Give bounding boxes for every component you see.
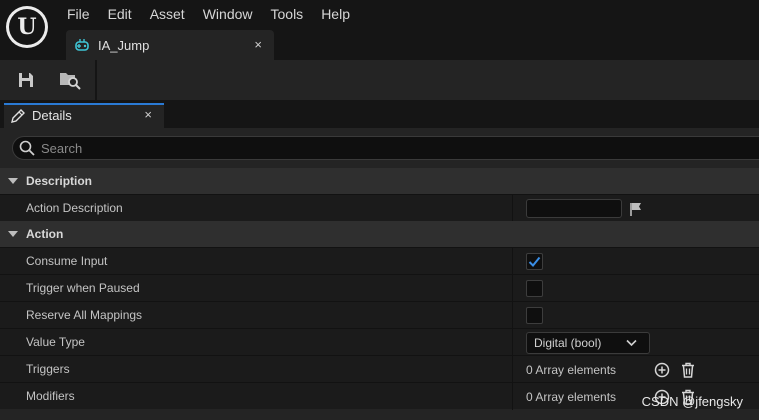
active-tab-indicator [4, 103, 164, 105]
localization-flag-icon[interactable] [628, 201, 644, 217]
property-label: Action Description [26, 201, 123, 215]
reserve-all-mappings-checkbox[interactable] [526, 307, 543, 324]
details-panel: Description Action Description Action Co… [0, 128, 759, 420]
search-icon [19, 140, 35, 156]
column-divider[interactable] [512, 356, 513, 383]
property-value: 0 Array elements [526, 356, 702, 383]
close-tab-icon[interactable]: × [254, 37, 262, 52]
property-label: Reserve All Mappings [26, 308, 143, 322]
menu-edit[interactable]: Edit [99, 0, 141, 28]
menu-file[interactable]: File [58, 0, 99, 28]
watermark-text: CSDN @jfengsky [641, 394, 743, 409]
chevron-down-icon [626, 339, 637, 346]
asset-toolbar [0, 60, 759, 100]
checkmark-icon [528, 256, 541, 267]
action-description-input[interactable] [526, 199, 622, 218]
collapse-arrow-icon[interactable] [8, 231, 18, 237]
column-divider[interactable] [512, 195, 513, 222]
document-tab[interactable]: IA_Jump × [66, 30, 274, 60]
details-tab[interactable]: Details × [4, 103, 164, 128]
property-label: Triggers [26, 362, 70, 376]
save-button[interactable] [13, 68, 39, 92]
unreal-logo-icon: U [6, 6, 48, 48]
toolbar-separator [95, 60, 97, 100]
title-bar: U File Edit Asset Window Tools Help IA_J… [0, 0, 759, 60]
clear-triggers-button[interactable] [678, 360, 698, 380]
browse-to-asset-button[interactable] [57, 68, 83, 92]
category-label: Action [26, 227, 64, 241]
property-label: Trigger when Paused [26, 281, 140, 295]
pencil-icon [11, 108, 25, 123]
trash-icon [682, 362, 694, 378]
add-element-icon [654, 362, 670, 377]
triggers-count: 0 Array elements [526, 362, 617, 377]
property-row-trigger-when-paused: Trigger when Paused [0, 274, 759, 302]
category-label: Description [26, 174, 93, 188]
menu-tools[interactable]: Tools [262, 0, 313, 28]
details-tab-label: Details [32, 108, 72, 123]
property-label: Modifiers [26, 389, 75, 403]
search-input[interactable] [41, 140, 641, 156]
input-action-icon [75, 39, 89, 51]
document-tab-label: IA_Jump [98, 37, 150, 53]
collapse-arrow-icon[interactable] [8, 178, 18, 184]
browse-folder-icon [60, 73, 81, 90]
search-box [12, 136, 759, 160]
column-divider[interactable] [512, 383, 513, 410]
property-row-value-type: Value Type Digital (bool) [0, 328, 759, 356]
property-row-reserve-all-mappings: Reserve All Mappings [0, 301, 759, 329]
close-details-icon[interactable]: × [144, 107, 152, 122]
menu-help[interactable]: Help [312, 0, 359, 28]
menu-asset[interactable]: Asset [141, 0, 194, 28]
property-value [526, 248, 543, 275]
property-row-action-description: Action Description [0, 194, 759, 222]
modifiers-count: 0 Array elements [526, 389, 617, 404]
category-action[interactable]: Action [0, 221, 759, 247]
add-trigger-button[interactable] [652, 360, 672, 380]
property-label: Consume Input [26, 254, 108, 268]
menu-window[interactable]: Window [194, 0, 262, 28]
property-row-triggers: Triggers 0 Array elements [0, 355, 759, 383]
property-label: Value Type [26, 335, 85, 349]
column-divider[interactable] [512, 302, 513, 329]
property-value [526, 302, 543, 329]
menu-bar: File Edit Asset Window Tools Help [58, 0, 359, 28]
value-type-selected: Digital (bool) [534, 335, 602, 350]
category-description[interactable]: Description [0, 168, 759, 194]
column-divider[interactable] [512, 275, 513, 302]
property-value: Digital (bool) [526, 329, 650, 356]
property-row-consume-input: Consume Input [0, 247, 759, 275]
column-divider[interactable] [512, 248, 513, 275]
save-icon [19, 73, 33, 87]
value-type-dropdown[interactable]: Digital (bool) [526, 331, 650, 354]
consume-input-checkbox[interactable] [526, 253, 543, 270]
trigger-when-paused-checkbox[interactable] [526, 280, 543, 297]
column-divider[interactable] [512, 329, 513, 356]
property-value [526, 275, 543, 302]
property-value [526, 195, 644, 222]
